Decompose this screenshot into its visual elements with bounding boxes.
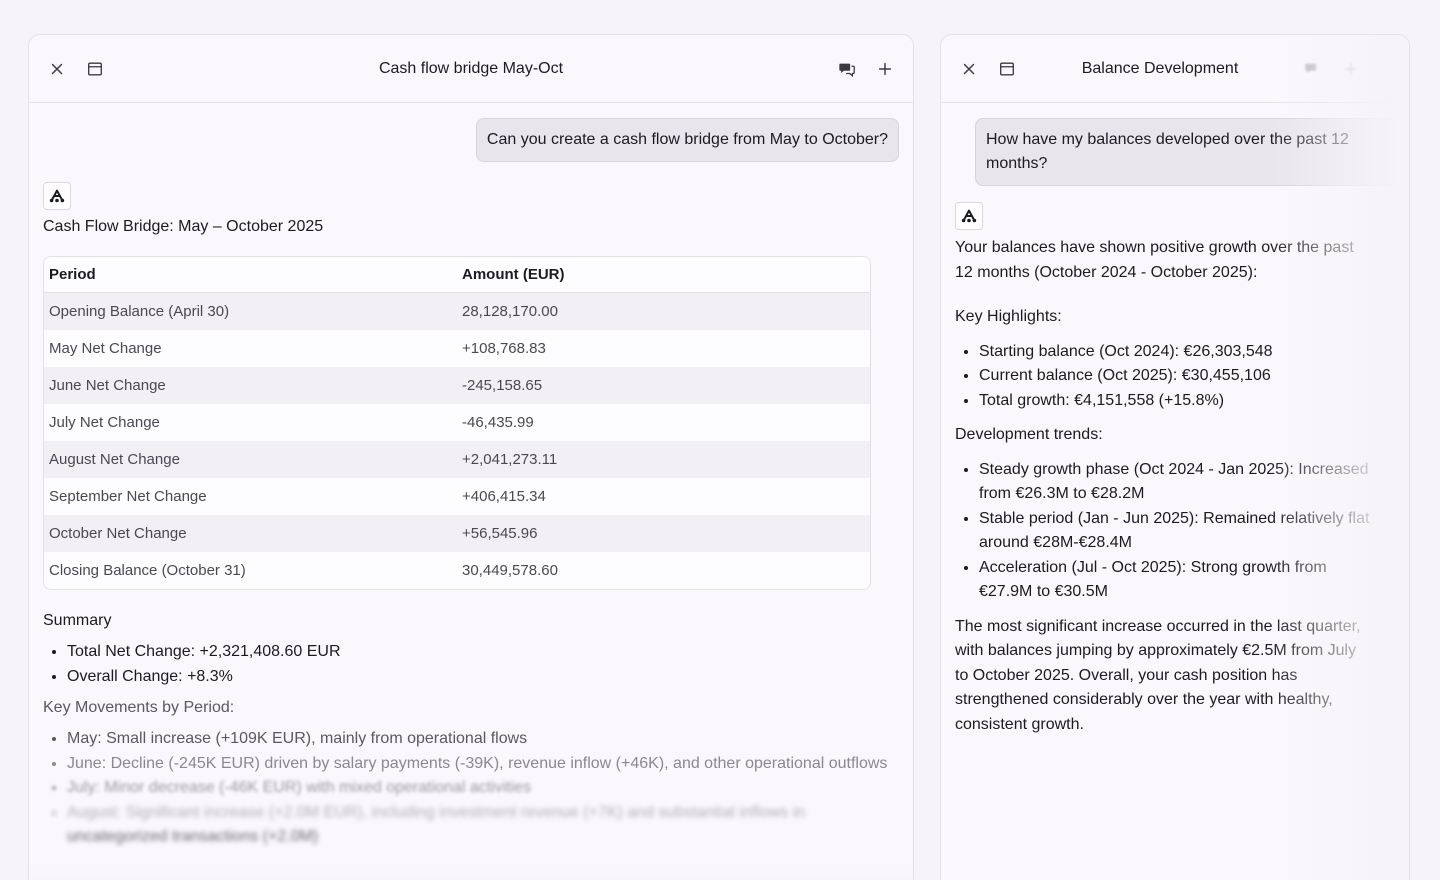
response-title: Cash Flow Bridge: May – October 2025 xyxy=(43,218,324,235)
highlights-list: Starting balance (Oct 2024): €26,303,548… xyxy=(955,340,1375,414)
list-item: Total growth: €4,151,558 (+15.8%) xyxy=(979,389,1375,414)
chat-bubbles-icon[interactable] xyxy=(1303,59,1323,79)
movements-heading: Key Movements by Period: xyxy=(43,699,235,716)
summary-heading: Summary xyxy=(43,612,112,629)
assistant-logo-icon xyxy=(955,202,983,230)
amount-cell: +108,768.83 xyxy=(457,330,870,367)
period-cell: October Net Change xyxy=(44,515,457,552)
chat-panel-cash-flow: Cash flow bridge May-Oct Can you create … xyxy=(28,34,914,880)
amount-cell: -46,435.99 xyxy=(457,404,870,441)
window-icon[interactable] xyxy=(85,59,105,79)
cash-flow-table: Period Amount (EUR) Opening Balance (Apr… xyxy=(43,256,871,590)
list-item: May: Small increase (+109K EUR), mainly … xyxy=(67,727,899,752)
period-cell: July Net Change xyxy=(44,404,457,441)
table-row: August Net Change +2,041,273.11 xyxy=(44,441,870,478)
chat-bubbles-icon[interactable] xyxy=(837,59,857,79)
amount-cell: +406,415.34 xyxy=(457,478,870,515)
user-message: Can you create a cash flow bridge from M… xyxy=(475,118,899,162)
list-item: Acceleration (Jul - Oct 2025): Strong gr… xyxy=(979,556,1375,605)
amount-cell: 30,449,578.60 xyxy=(457,552,870,589)
amount-cell: +2,041,273.11 xyxy=(457,441,870,478)
table-row: May Net Change +108,768.83 xyxy=(44,330,870,367)
response-intro: Your balances have shown positive growth… xyxy=(955,239,1354,281)
chat-panel-balance: Balance Development How have my balances… xyxy=(940,34,1410,880)
plus-icon[interactable] xyxy=(875,59,895,79)
trends-heading: Development trends: xyxy=(955,426,1103,443)
panel-header: Cash flow bridge May-Oct xyxy=(29,35,913,103)
panel-title: Cash flow bridge May-Oct xyxy=(378,60,564,77)
close-icon[interactable] xyxy=(47,59,67,79)
period-cell: Opening Balance (April 30) xyxy=(44,293,457,330)
period-cell: May Net Change xyxy=(44,330,457,367)
amount-cell: +56,545.96 xyxy=(457,515,870,552)
trends-list: Steady growth phase (Oct 2024 - Jan 2025… xyxy=(955,458,1375,605)
list-item: August: Significant increase (+2.0M EUR)… xyxy=(67,801,899,826)
amount-cell: -245,158.65 xyxy=(457,367,870,404)
list-item: Steady growth phase (Oct 2024 - Jan 2025… xyxy=(979,458,1375,507)
column-header-period: Period xyxy=(44,257,457,293)
column-header-amount: Amount (EUR) xyxy=(457,257,870,293)
list-item: June: Decline (-245K EUR) driven by sala… xyxy=(67,752,899,777)
table-header-row: Period Amount (EUR) xyxy=(44,257,870,293)
window-icon[interactable] xyxy=(997,59,1017,79)
list-item: Starting balance (Oct 2024): €26,303,548 xyxy=(979,340,1375,365)
table-row: Closing Balance (October 31) 30,449,578.… xyxy=(44,552,870,589)
list-item: Current balance (Oct 2025): €30,455,106 xyxy=(979,364,1375,389)
user-message: How have my balances developed over the … xyxy=(975,118,1395,186)
panel-header: Balance Development xyxy=(941,35,1409,103)
list-item: Stable period (Jan - Jun 2025): Remained… xyxy=(979,507,1375,556)
list-item: uncategorized transactions (+2.0M) xyxy=(67,828,319,845)
highlights-heading: Key Highlights: xyxy=(955,308,1062,325)
assistant-logo-icon xyxy=(43,182,71,210)
period-cell: August Net Change xyxy=(44,441,457,478)
close-icon[interactable] xyxy=(959,59,979,79)
plus-icon[interactable] xyxy=(1341,59,1361,79)
table-row: July Net Change -46,435.99 xyxy=(44,404,870,441)
list-item: Overall Change: +8.3% xyxy=(67,665,899,690)
period-cell: June Net Change xyxy=(44,367,457,404)
amount-cell: 28,128,170.00 xyxy=(457,293,870,330)
summary-list: Total Net Change: +2,321,408.60 EUR Over… xyxy=(43,640,899,689)
period-cell: Closing Balance (October 31) xyxy=(44,552,457,589)
list-item: July: Minor decrease (-46K EUR) with mix… xyxy=(67,776,899,801)
movements-list: May: Small increase (+109K EUR), mainly … xyxy=(43,727,899,850)
period-cell: September Net Change xyxy=(44,478,457,515)
table-row: September Net Change +406,415.34 xyxy=(44,478,870,515)
table-row: June Net Change -245,158.65 xyxy=(44,367,870,404)
bottom-fade-overlay xyxy=(29,853,913,880)
response-conclusion: The most significant increase occurred i… xyxy=(955,617,1361,733)
table-row: October Net Change +56,545.96 xyxy=(44,515,870,552)
list-item: Total Net Change: +2,321,408.60 EUR xyxy=(67,640,899,665)
table-row: Opening Balance (April 30) 28,128,170.00 xyxy=(44,293,870,330)
